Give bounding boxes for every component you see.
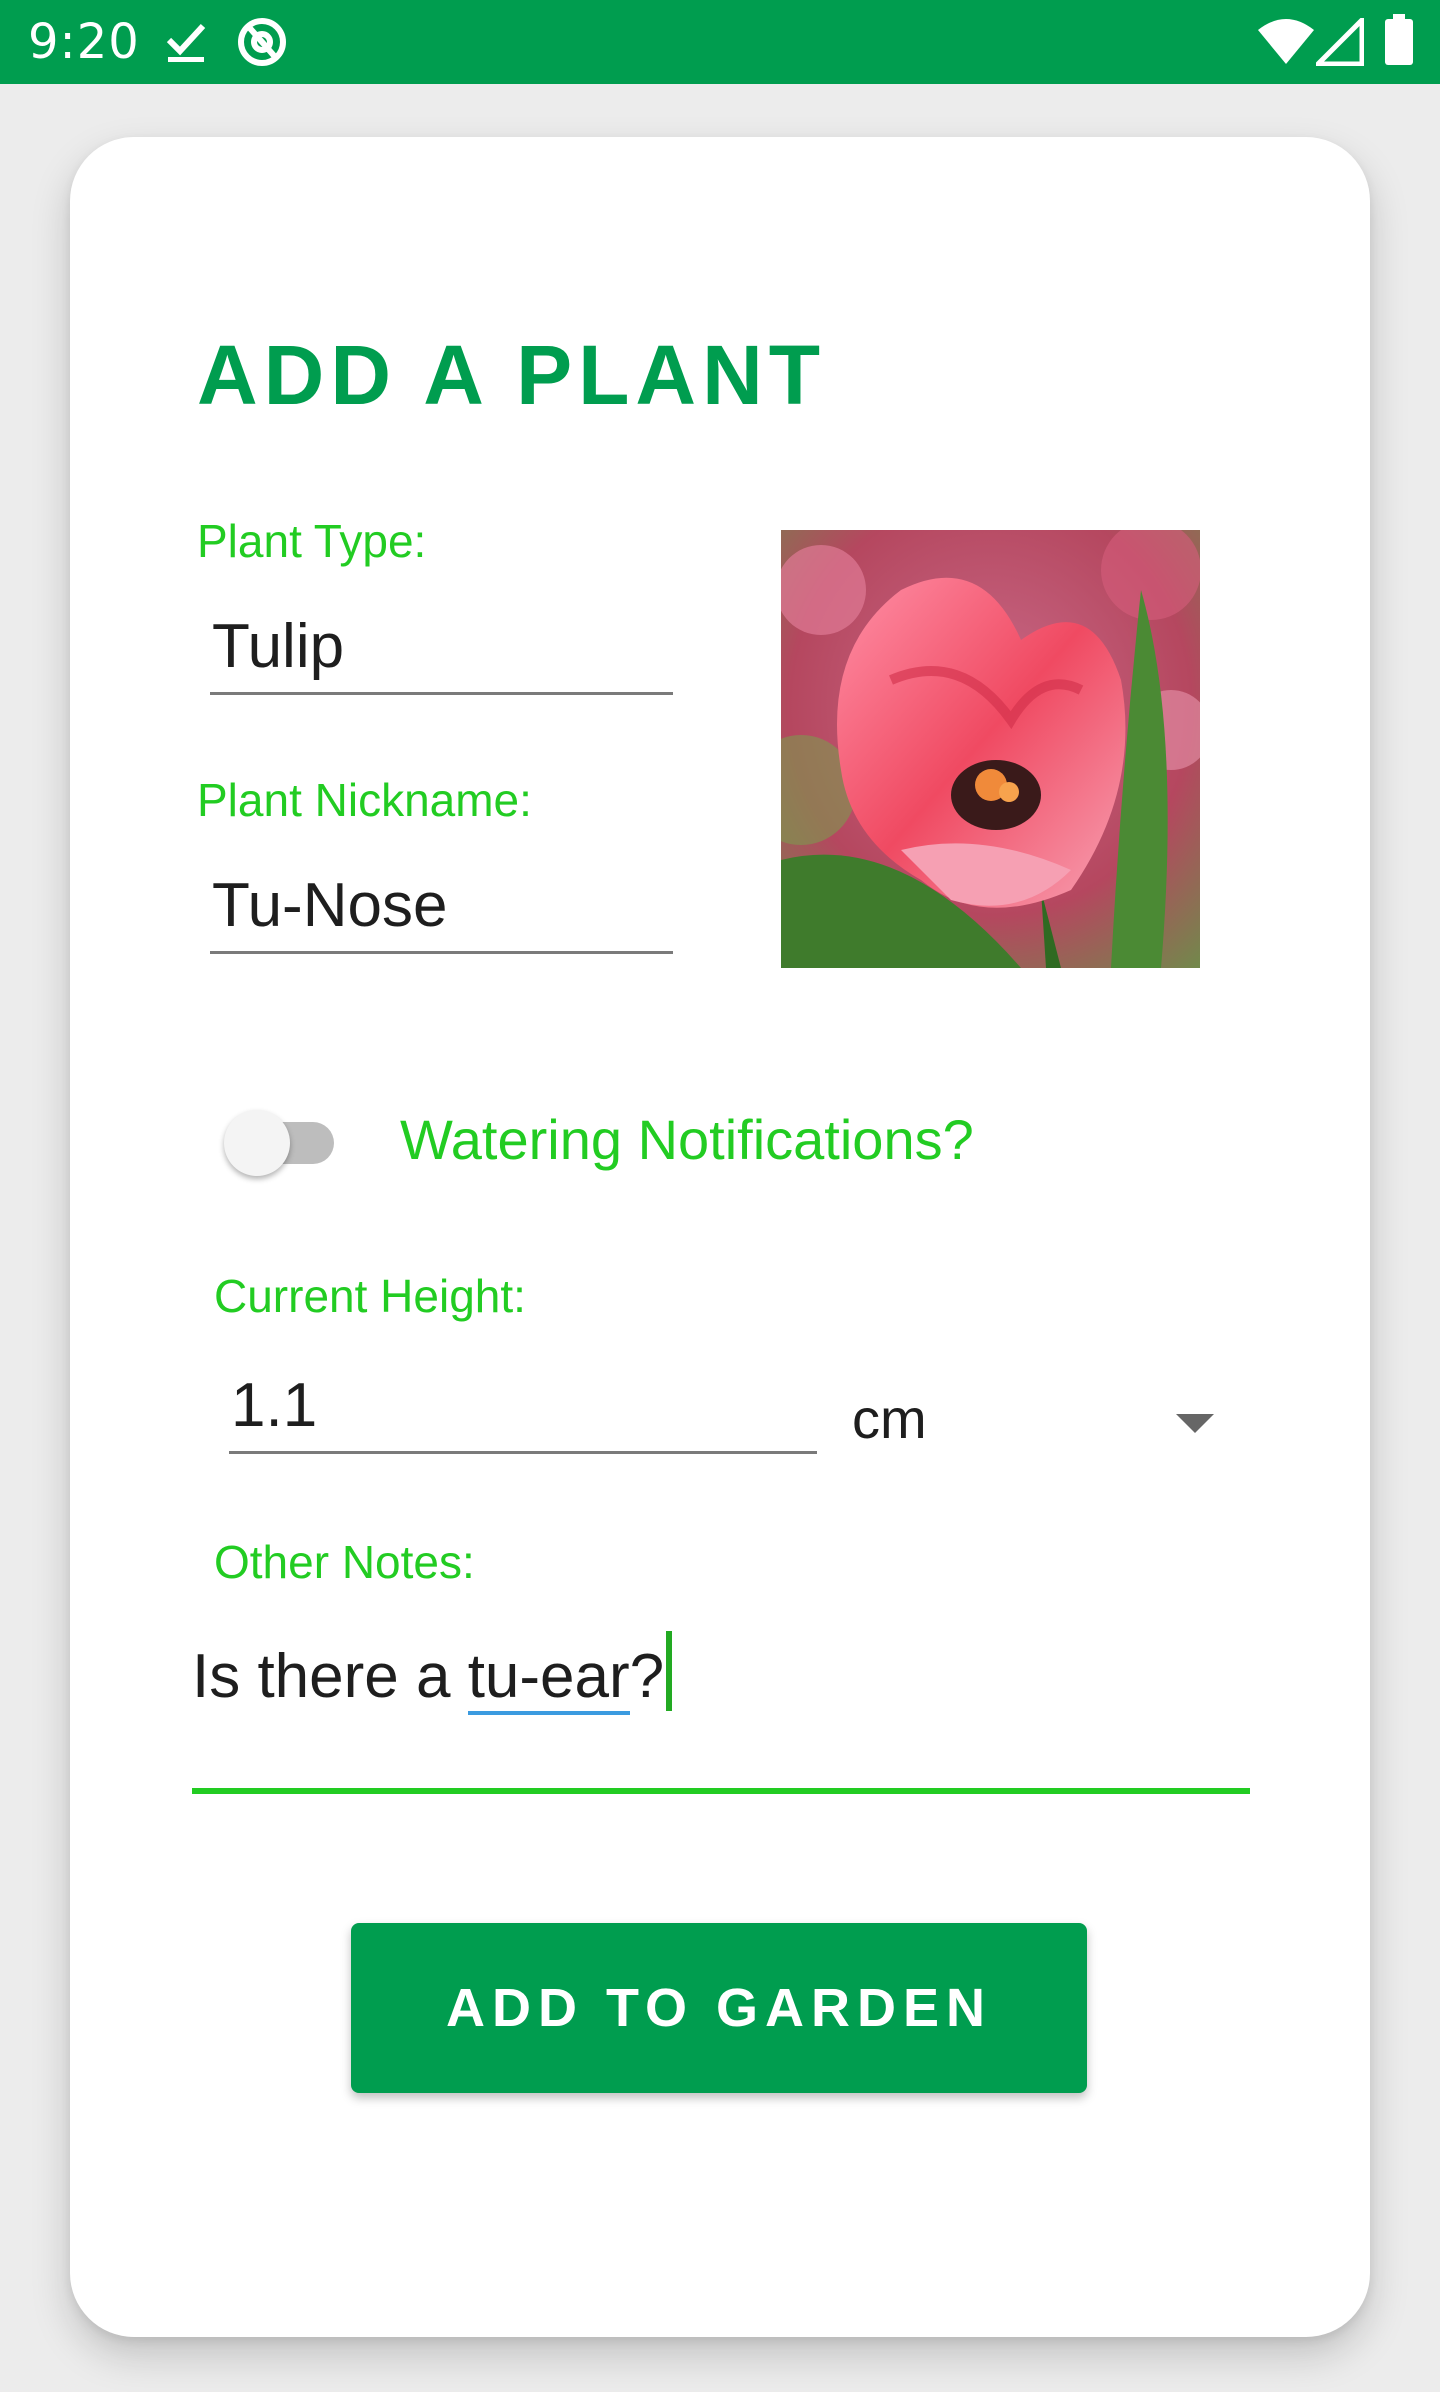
notes-input[interactable]: Is there a tu-ear? xyxy=(192,1621,1250,1794)
watering-notifications-toggle[interactable] xyxy=(224,1100,344,1180)
current-height-label: Current Height: xyxy=(214,1270,526,1322)
plant-type-label: Plant Type: xyxy=(197,515,427,567)
wifi-icon xyxy=(1256,16,1316,71)
unit-value: cm xyxy=(852,1387,927,1450)
check-download-icon xyxy=(165,20,209,69)
plant-nickname-label: Plant Nickname: xyxy=(197,774,532,826)
text-caret xyxy=(666,1631,673,1711)
add-to-garden-button[interactable]: ADD TO GARDEN xyxy=(351,1923,1087,2093)
plant-type-input[interactable]: Tulip xyxy=(210,610,673,695)
notes-text-suffix: ? xyxy=(629,1642,665,1711)
other-notes-label: Other Notes: xyxy=(214,1536,475,1588)
misspelled-word[interactable]: tu-ear xyxy=(467,1642,630,1715)
notes-text-prefix: Is there a xyxy=(192,1642,468,1711)
battery-icon xyxy=(1384,14,1414,71)
notes-text: Is there a tu-ear? xyxy=(192,1631,673,1717)
at-sign-icon xyxy=(236,16,288,73)
tulip-photo[interactable] xyxy=(781,530,1200,968)
height-input[interactable]: 1.1 xyxy=(229,1369,817,1454)
unit-select[interactable]: cm xyxy=(840,1370,1230,1470)
chevron-down-icon xyxy=(1176,1414,1214,1433)
plant-nickname-input[interactable]: Tu-Nose xyxy=(210,869,673,954)
watering-notifications-label: Watering Notifications? xyxy=(400,1108,974,1171)
toggle-thumb xyxy=(224,1110,290,1176)
page-title: ADD A PLANT xyxy=(197,328,827,422)
add-plant-card: ADD A PLANT Plant Type: Tulip Plant Nick… xyxy=(70,137,1370,2337)
status-bar: 9:20 xyxy=(0,0,1440,84)
cell-signal-icon xyxy=(1311,13,1365,71)
status-time: 9:20 xyxy=(28,14,140,70)
